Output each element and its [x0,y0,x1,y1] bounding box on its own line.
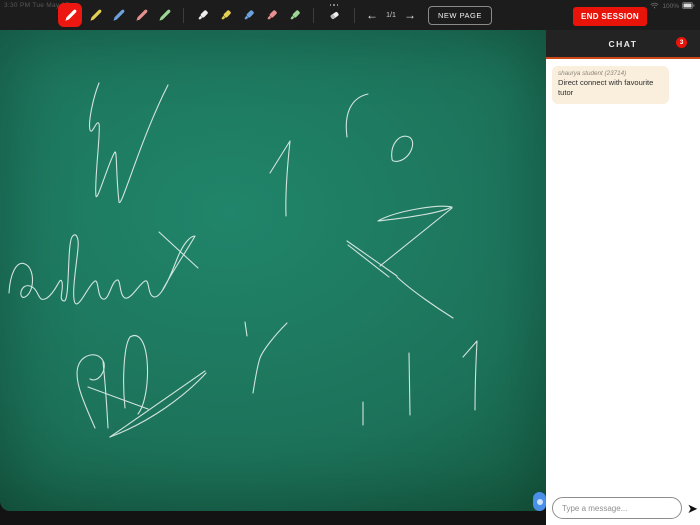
message-sender: shaurya student (23714) [558,70,627,77]
whiteboard-app: 3:30 PM Tue May 17 ← 1/1 → NEW PAGE END … [0,0,700,525]
toolbar-divider [183,7,184,23]
marker-icon [264,8,279,23]
statusbar-right: 100% [650,2,695,11]
chat-message-list[interactable]: shaurya student (23714) Direct connect w… [546,59,700,491]
message-input[interactable] [552,497,682,519]
toolbar-divider [313,7,314,23]
marker-tool-salmon[interactable] [260,0,283,30]
pen-tool-green[interactable] [153,0,176,30]
send-icon: ➤ [687,500,698,516]
panel-drag-handle[interactable] [533,492,546,511]
chat-input-bar: ➤ [546,491,700,525]
marker-tool-blue[interactable] [237,0,260,30]
pen-icon [134,8,149,23]
chat-message: shaurya student (23714) Direct connect w… [552,66,669,104]
chalkboard-canvas[interactable] [0,30,546,511]
chalk-drawing [8,82,478,438]
pen-tool-red[interactable] [58,3,82,27]
eraser-icon [328,8,341,26]
chat-panel: CHAT 3 shaurya student (23714) Direct co… [546,30,700,525]
pen-icon [111,8,126,23]
chat-title: CHAT [608,38,638,49]
prev-page-button[interactable]: ← [362,0,382,30]
chat-header: CHAT 3 [546,30,700,57]
toolbar-divider [354,7,355,23]
eraser-options-button[interactable] [321,0,347,30]
pen-icon [157,8,172,23]
top-toolbar: 3:30 PM Tue May 17 ← 1/1 → NEW PAGE END … [0,0,700,30]
pen-tool-salmon[interactable] [130,0,153,30]
marker-tool-yellow[interactable] [214,0,237,30]
battery-percent-label: 100% [662,3,679,10]
more-options-icon [329,4,339,6]
marker-icon [287,8,302,23]
wifi-icon [650,2,659,11]
next-page-button[interactable]: → [400,0,420,30]
unread-count-badge: 3 [676,37,687,48]
page-indicator: 1/1 [386,11,396,19]
pen-tool-yellow[interactable] [84,0,107,30]
marker-icon [241,8,256,23]
end-session-button[interactable]: END SESSION [573,7,647,26]
pen-icon [63,8,78,23]
pen-icon [88,8,103,23]
marker-tool-green[interactable] [283,0,306,30]
tool-group: ← 1/1 → NEW PAGE [58,0,492,30]
marker-icon [218,8,233,23]
send-button[interactable]: ➤ [686,502,699,515]
battery-icon [682,2,695,11]
pen-tool-blue[interactable] [107,0,130,30]
marker-tool-white[interactable] [191,0,214,30]
new-page-button[interactable]: NEW PAGE [428,5,492,25]
marker-icon [195,8,210,23]
message-text: Direct connect with favourite tutor [558,78,654,97]
